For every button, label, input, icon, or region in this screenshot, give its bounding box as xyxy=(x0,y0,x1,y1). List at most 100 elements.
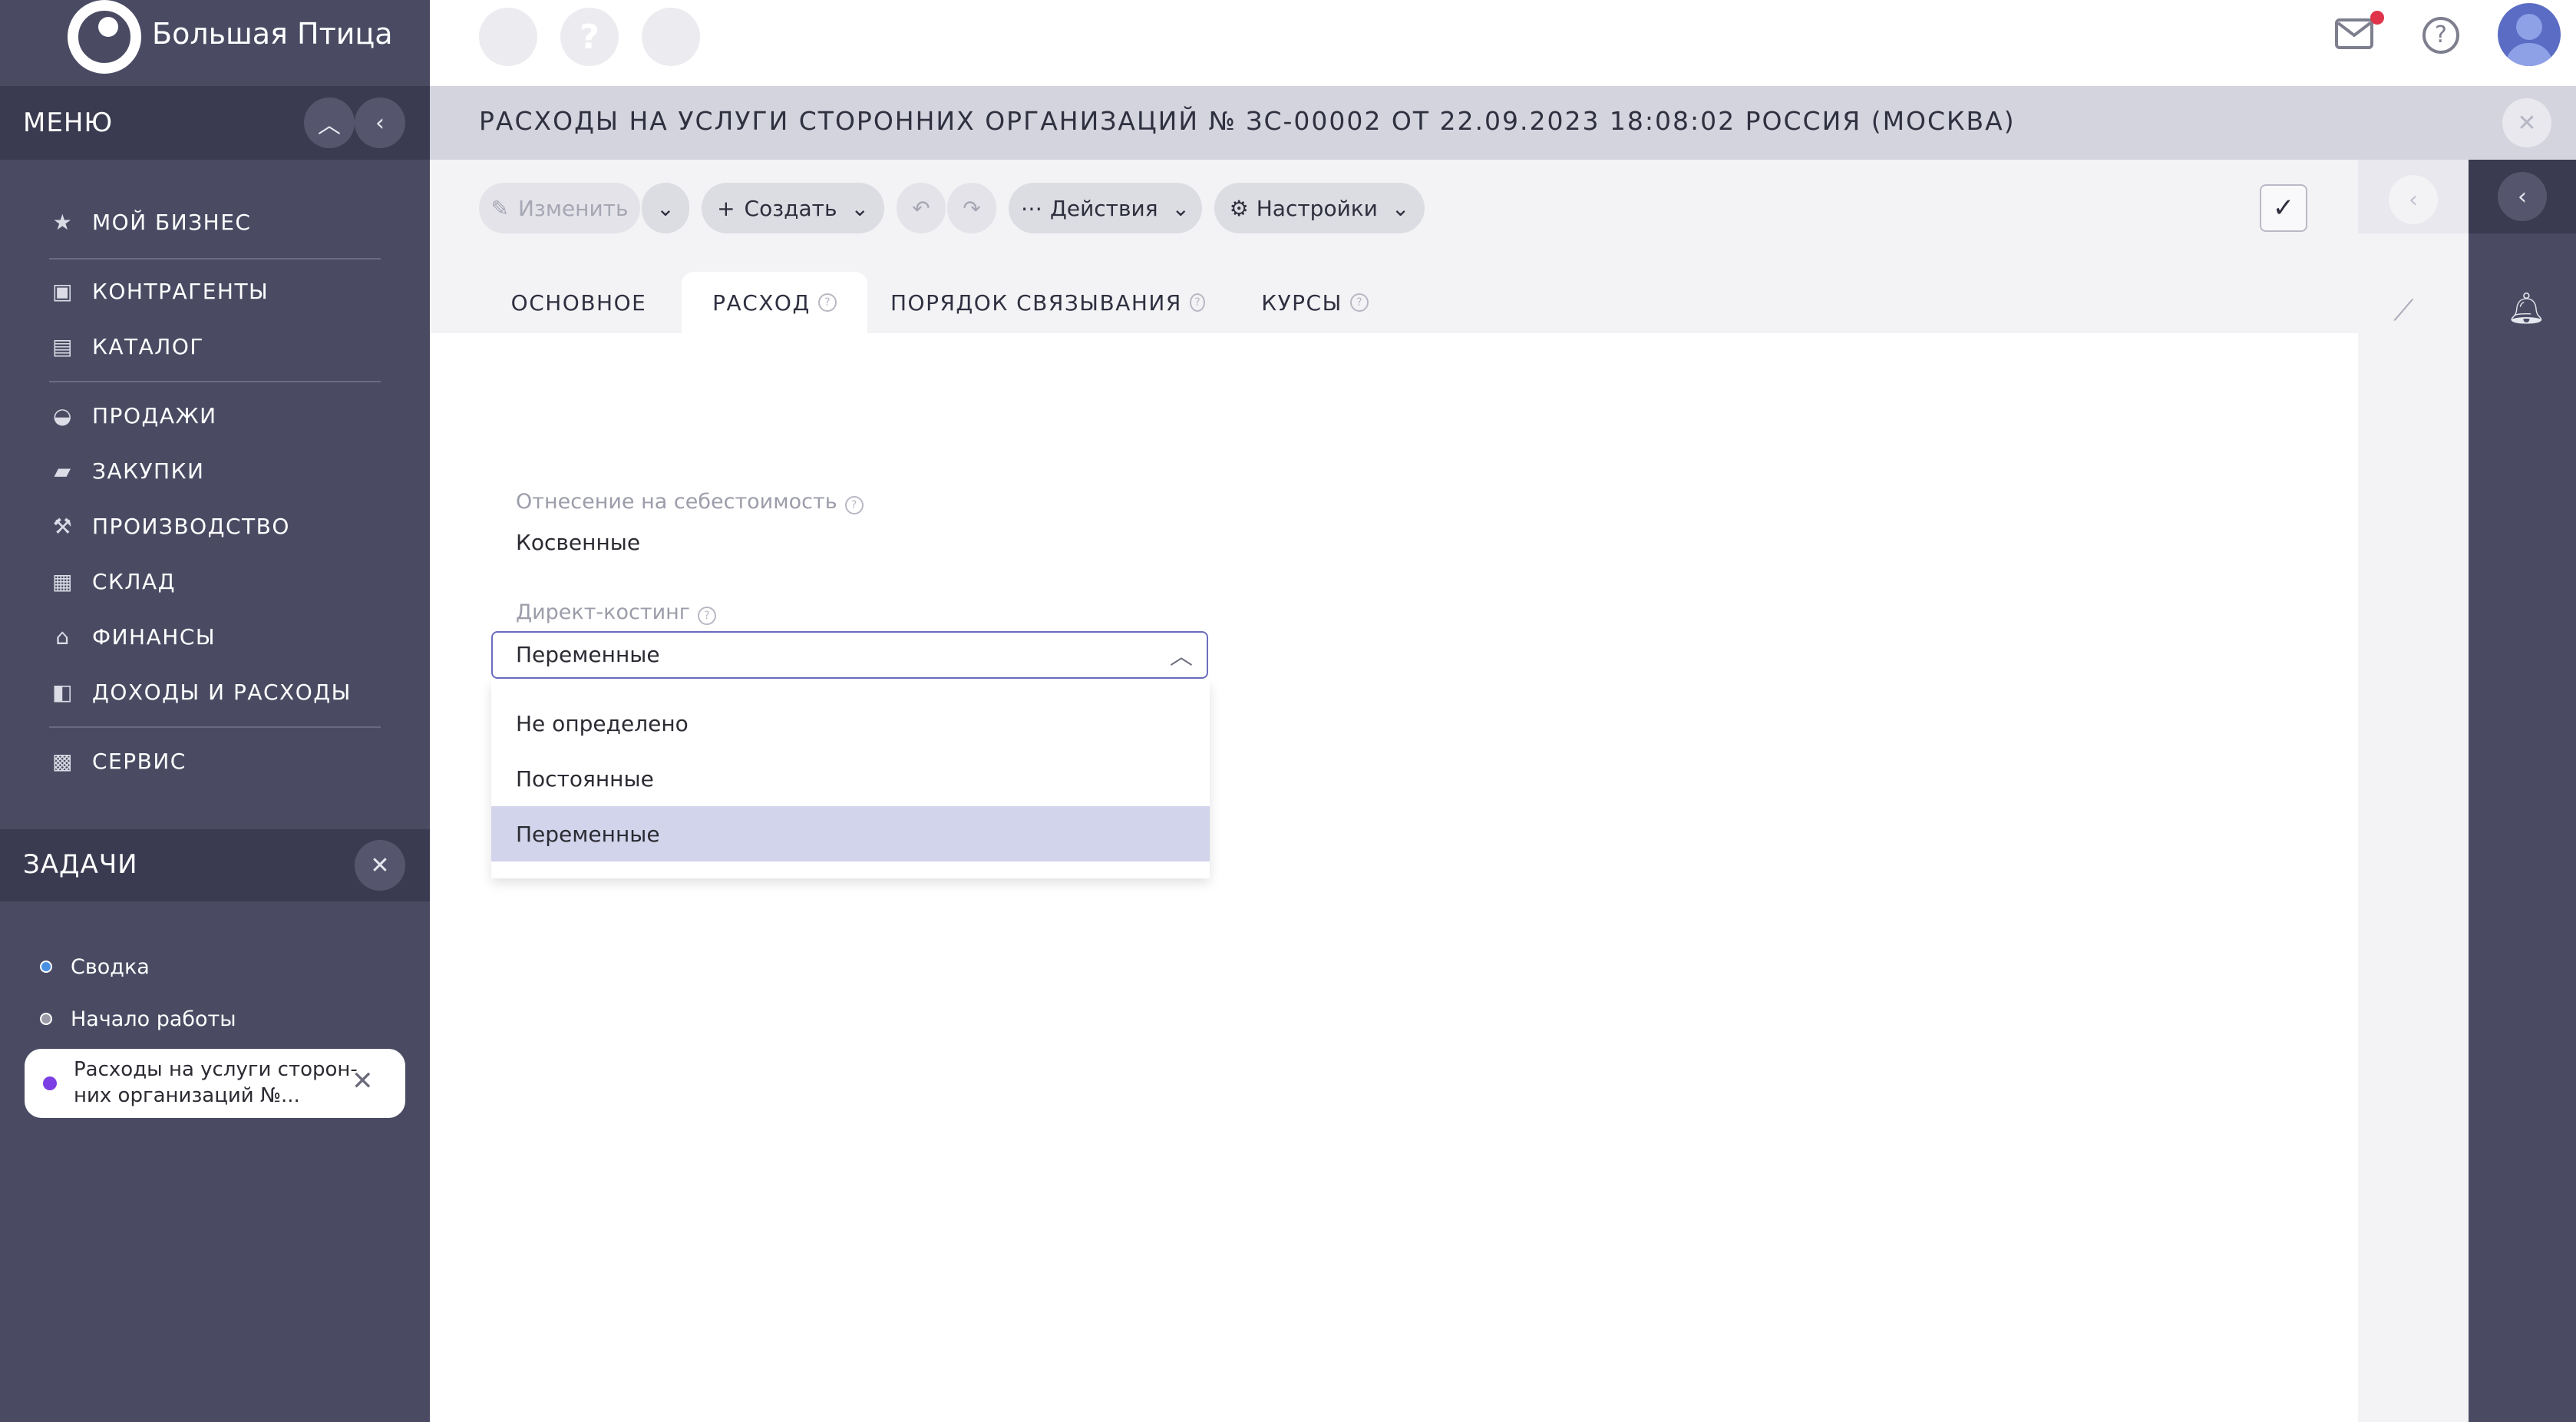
help-circle-button[interactable]: ? xyxy=(560,8,619,66)
dropdown-option-fixed[interactable]: Постоянные xyxy=(491,751,1210,806)
pencil-icon: ✎ xyxy=(490,195,509,221)
chevron-up-icon: ︿ xyxy=(318,112,341,139)
task-label-line2: них организаций №... xyxy=(74,1084,300,1107)
question-icon: ? xyxy=(580,17,599,57)
chevron-left-icon: ‹ xyxy=(2518,183,2527,210)
help-icon: ? xyxy=(697,607,716,625)
collapse-up-button[interactable]: ︿ xyxy=(304,98,355,148)
close-icon: ✕ xyxy=(2517,109,2537,137)
menu-title: МЕНЮ xyxy=(23,107,114,138)
task-item-current[interactable]: Расходы на услуги сторон- них организаци… xyxy=(25,1049,405,1118)
gear-icon: ⚙ xyxy=(1229,195,1249,221)
menu-item-sales[interactable]: ◒ ПРОДАЖИ xyxy=(49,392,217,439)
direct-costing-label: Директ-костинг? xyxy=(516,600,716,625)
menu-item-counterparties[interactable]: ▣ КОНТРАГЕНТЫ xyxy=(49,267,269,315)
chevron-down-icon: ⌄ xyxy=(850,195,869,221)
cost-attribution-label: Отнесение на себестоимость? xyxy=(516,490,864,514)
help-icon: ? xyxy=(1189,293,1205,312)
top-bar: ? ? xyxy=(430,0,2576,86)
task-item-getting-started[interactable]: Начало работы xyxy=(40,1000,236,1038)
logo-eye-icon xyxy=(98,17,118,37)
collapse-left-button[interactable]: ‹ xyxy=(355,98,405,148)
bank-icon: ⌂ xyxy=(55,623,71,650)
wallet-icon: ◧ xyxy=(52,679,74,705)
briefcase-icon: ▣ xyxy=(52,278,74,304)
status-dot-icon xyxy=(43,1076,57,1090)
tab-expense[interactable]: РАСХОД? xyxy=(682,272,867,333)
menu-header: МЕНЮ ︿ ‹ xyxy=(0,86,430,160)
truck-icon: ▰ xyxy=(54,458,72,484)
undo-button[interactable]: ↶ xyxy=(897,183,946,233)
collapse-panel-button[interactable]: ‹ xyxy=(2498,172,2547,221)
undo-icon: ↶ xyxy=(912,195,930,221)
mail-icon[interactable] xyxy=(2335,18,2373,49)
create-button[interactable]: + Создать ⌄ xyxy=(702,183,884,233)
menu-item-my-business[interactable]: ★ МОЙ БИЗНЕС xyxy=(49,198,251,246)
settings-button[interactable]: ⚙ Настройки ⌄ xyxy=(1214,183,1425,233)
chevron-left-icon: ‹ xyxy=(375,109,385,137)
logo-icon xyxy=(68,0,141,74)
chevron-down-icon: ⌄ xyxy=(656,195,675,221)
avatar-head-icon xyxy=(2516,14,2542,40)
status-dot-icon xyxy=(40,1013,52,1025)
chart-trend-icon[interactable]: ⟋ xyxy=(2393,293,2414,328)
bell-icon[interactable]: 🔔︎ xyxy=(2507,290,2546,326)
help-icon: ? xyxy=(1349,293,1369,312)
chevron-down-icon: ⌄ xyxy=(1171,195,1190,221)
menu-divider xyxy=(49,258,381,260)
warehouse-icon: ▦ xyxy=(52,568,74,594)
basket-icon: ◒ xyxy=(53,402,73,428)
help-icon[interactable]: ? xyxy=(2422,17,2459,54)
chevron-left-icon: ‹ xyxy=(2409,186,2418,213)
avatar[interactable] xyxy=(2498,3,2561,66)
help-icon: ? xyxy=(817,293,837,312)
direct-costing-select[interactable]: Переменные ︿ xyxy=(491,631,1208,679)
dropdown-option-undefined[interactable]: Не определено xyxy=(491,696,1210,751)
chevron-up-icon: ︿ xyxy=(1170,643,1193,670)
tab-main[interactable]: ОСНОВНОЕ xyxy=(491,272,666,333)
cost-attribution-value: Косвенные xyxy=(516,530,641,555)
menu-item-catalog[interactable]: ▤ КАТАЛОГ xyxy=(49,322,204,370)
more-icon: ⋯ xyxy=(1020,195,1042,221)
star-icon: ★ xyxy=(52,209,74,235)
dropdown-option-variable[interactable]: Переменные xyxy=(491,806,1210,861)
expand-panel-button[interactable]: ‹ xyxy=(2389,175,2438,224)
service-icon: ▩ xyxy=(52,748,74,774)
tab-linking-order[interactable]: ПОРЯДОК СВЯЗЫВАНИЯ? xyxy=(890,272,1205,333)
task-label-line1: Расходы на услуги сторон- xyxy=(74,1058,358,1081)
tasks-title: ЗАДАЧИ xyxy=(23,849,138,880)
placeholder-circle-button[interactable] xyxy=(479,8,537,66)
menu-item-production[interactable]: ⚒ ПРОИЗВОДСТВО xyxy=(49,502,290,550)
menu-item-income-expenses[interactable]: ◧ ДОХОДЫ И РАСХОДЫ xyxy=(49,668,352,716)
close-tasks-button[interactable]: ✕ xyxy=(355,840,405,891)
close-task-icon[interactable]: ✕ xyxy=(352,1066,374,1096)
menu-item-finance[interactable]: ⌂ ФИНАНСЫ xyxy=(49,613,216,660)
redo-button[interactable]: ↷ xyxy=(947,183,996,233)
check-icon: ✓ xyxy=(2272,193,2295,223)
notifications-panel: ‹ 🔔︎ xyxy=(2469,160,2576,1422)
close-document-button[interactable]: ✕ xyxy=(2502,98,2551,147)
notification-badge xyxy=(2370,11,2384,25)
save-check-button[interactable]: ✓ xyxy=(2260,184,2307,232)
tab-rates[interactable]: КУРСЫ? xyxy=(1251,272,1379,333)
menu-divider xyxy=(49,381,381,382)
plus-icon: + xyxy=(717,195,735,221)
menu-item-warehouse[interactable]: ▦ СКЛАД xyxy=(49,557,176,605)
book-icon: ▤ xyxy=(52,333,74,359)
edit-dropdown-button[interactable]: ⌄ xyxy=(642,183,689,233)
logo-bar: Большая Птица xyxy=(0,0,430,86)
avatar-body-icon xyxy=(2505,43,2553,66)
document-title: РАСХОДЫ НА УСЛУГИ СТОРОННИХ ОРГАНИЗАЦИЙ … xyxy=(479,106,2016,136)
menu-item-purchases[interactable]: ▰ ЗАКУПКИ xyxy=(49,447,204,494)
placeholder-circle-button[interactable] xyxy=(642,8,700,66)
direct-costing-selected-value: Переменные xyxy=(516,642,660,667)
task-item-summary[interactable]: Сводка xyxy=(40,947,150,986)
menu-item-service[interactable]: ▩ СЕРВИС xyxy=(49,737,187,785)
actions-button[interactable]: ⋯ Действия ⌄ xyxy=(1009,183,1202,233)
redo-icon: ↷ xyxy=(963,195,981,221)
factory-icon: ⚒ xyxy=(52,513,74,539)
edit-button[interactable]: ✎ Изменить xyxy=(479,183,640,233)
chevron-down-icon: ⌄ xyxy=(1391,195,1410,221)
help-icon: ? xyxy=(844,496,864,514)
close-icon: ✕ xyxy=(370,852,390,879)
